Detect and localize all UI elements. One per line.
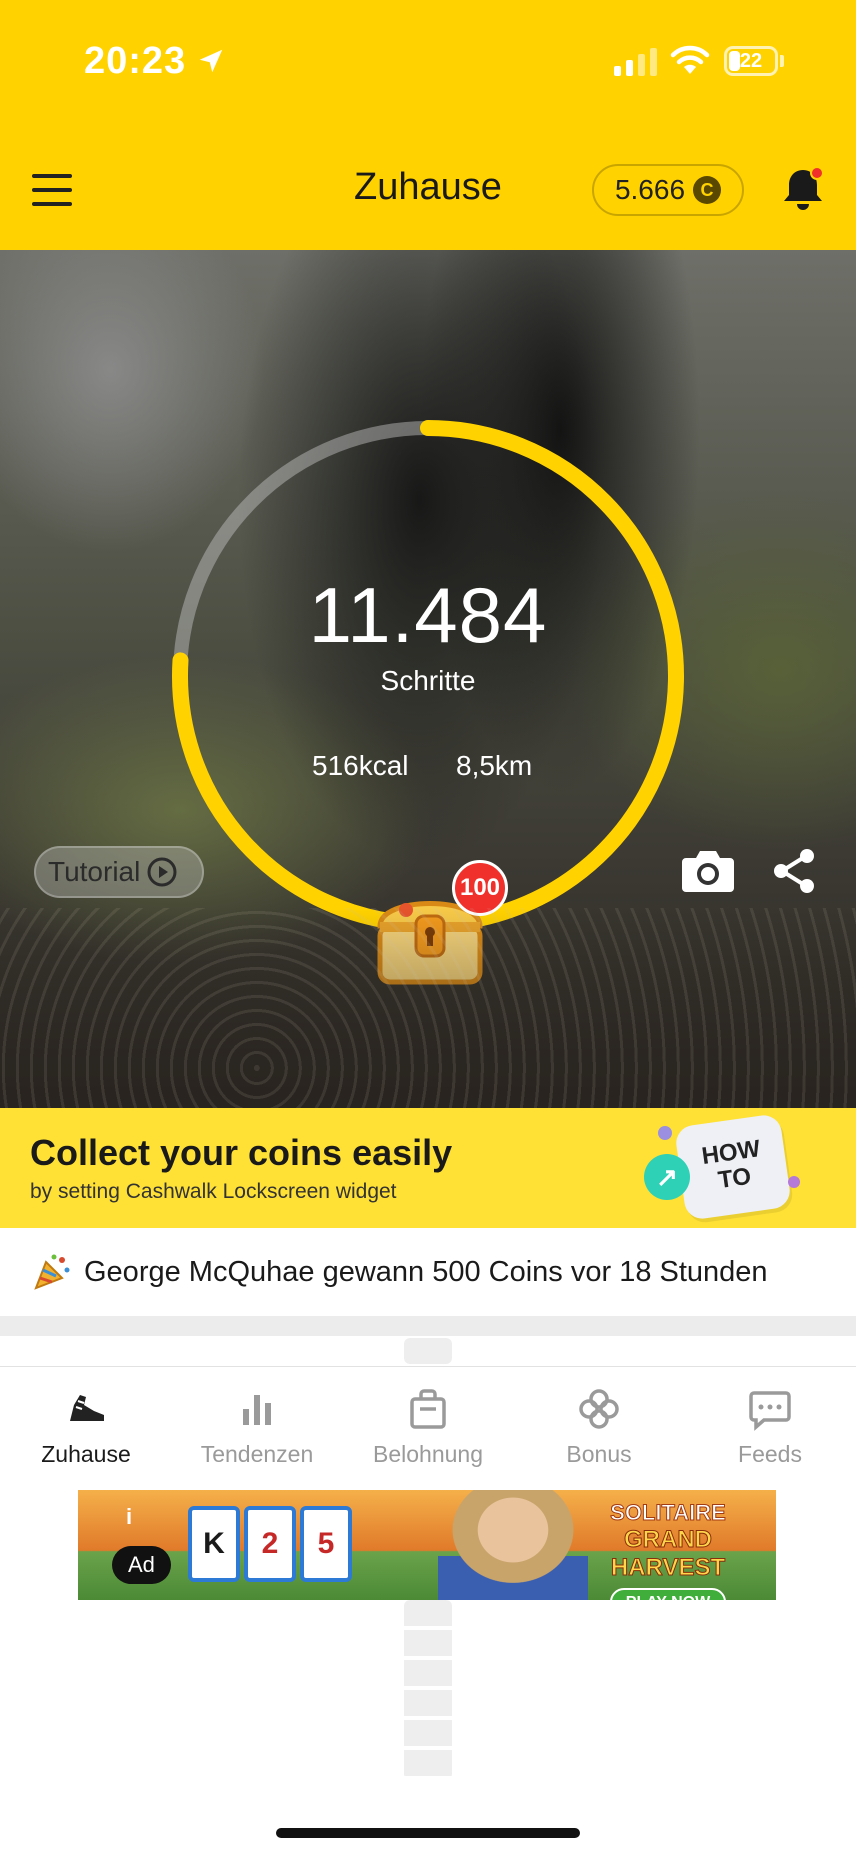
decor-dot: [658, 1126, 672, 1140]
play-circle-icon: [147, 857, 177, 887]
steps-count: 11.484: [308, 571, 548, 659]
tab-label: Bonus: [566, 1441, 632, 1467]
ad-card: K: [188, 1506, 240, 1582]
calories-value: 516kcal: [312, 750, 409, 781]
tab-feeds[interactable]: Feeds: [684, 1387, 856, 1468]
arrow-up-right-icon: ↗: [644, 1154, 690, 1200]
share-icon[interactable]: [770, 846, 820, 896]
battery-icon: 22: [724, 46, 778, 76]
lockscreen-widget-promo[interactable]: Collect your coins easily by setting Cas…: [0, 1108, 856, 1228]
ad-cards: K 2 5: [188, 1506, 352, 1582]
decor-dot: [788, 1176, 800, 1188]
ad-badge: Ad: [112, 1546, 171, 1584]
cellular-signal-icon: [614, 48, 657, 76]
ticker-text: George McQuhae gewann 500 Coins vor 18 S…: [84, 1255, 768, 1288]
battery-nub: [780, 55, 784, 67]
ad-brand: SOLITAIRE GRAND HARVEST PLAY NOW: [578, 1500, 758, 1600]
app-header: 20:23 22 Zuhause 5.666 C: [0, 0, 856, 250]
ad-brand-line1: SOLITAIRE: [610, 1500, 727, 1526]
coin-icon: C: [693, 176, 722, 204]
tab-label: Tendenzen: [200, 1441, 314, 1467]
scroll-placeholder: [404, 1338, 452, 1364]
winner-ticker: George McQuhae gewann 500 Coins vor 18 S…: [0, 1228, 856, 1316]
location-arrow-icon: [199, 49, 223, 73]
battery-level: 22: [739, 50, 763, 72]
wifi-icon: [670, 45, 710, 74]
shopping-bag-icon: [410, 1389, 446, 1429]
home-indicator[interactable]: [276, 1828, 580, 1838]
promo-subtitle: by setting Cashwalk Lockscreen widget: [30, 1180, 397, 1203]
tab-belohnung[interactable]: Belohnung: [342, 1387, 514, 1468]
ad-brand-line2: GRAND HARVEST: [610, 1526, 726, 1582]
bottom-tab-bar: Zuhause Tendenzen Belohnung Bonus Feeds: [0, 1366, 856, 1487]
ad-card: 5: [300, 1506, 352, 1582]
chat-icon: [749, 1391, 791, 1431]
how-to-card: HOW TO: [673, 1113, 793, 1221]
promo-title: Collect your coins easily: [30, 1132, 453, 1173]
step-counter-hero: 11.484 Schritte 516kcal 8,5km 100 Tutori…: [0, 250, 856, 1108]
party-popper-icon: [34, 1254, 70, 1290]
steps-label: Schritte: [380, 665, 476, 696]
scroll-placeholder: [404, 1600, 452, 1780]
chest-reward-badge: 100: [452, 860, 508, 916]
tab-label: Feeds: [738, 1441, 802, 1467]
ad-card: 2: [244, 1506, 296, 1582]
tab-zuhause[interactable]: Zuhause: [0, 1387, 172, 1468]
ad-image-person: [438, 1490, 588, 1600]
distance-value: 8,5km: [456, 750, 533, 781]
notification-bell-icon[interactable]: [778, 164, 828, 214]
tab-bonus[interactable]: Bonus: [513, 1387, 685, 1468]
status-time: 20:23: [84, 40, 187, 82]
tab-label: Zuhause: [41, 1441, 131, 1467]
section-divider: [0, 1316, 856, 1336]
ad-info-icon[interactable]: i: [126, 1504, 132, 1530]
tab-label: Belohnung: [373, 1441, 483, 1467]
bar-chart-icon: [243, 1395, 271, 1425]
camera-icon[interactable]: [680, 846, 736, 894]
tutorial-label: Tutorial: [48, 856, 141, 887]
tutorial-button[interactable]: Tutorial: [34, 846, 204, 898]
coin-balance[interactable]: 5.666 C: [592, 164, 744, 216]
ad-banner[interactable]: i K 2 5 SOLITAIRE GRAND HARVEST PLAY NOW…: [78, 1490, 776, 1600]
shoe-icon: [70, 1395, 104, 1421]
coin-balance-value: 5.666: [614, 174, 686, 205]
tab-tendenzen[interactable]: Tendenzen: [171, 1387, 343, 1468]
clover-icon: [579, 1389, 619, 1429]
ad-play-now-button[interactable]: PLAY NOW: [609, 1588, 727, 1600]
